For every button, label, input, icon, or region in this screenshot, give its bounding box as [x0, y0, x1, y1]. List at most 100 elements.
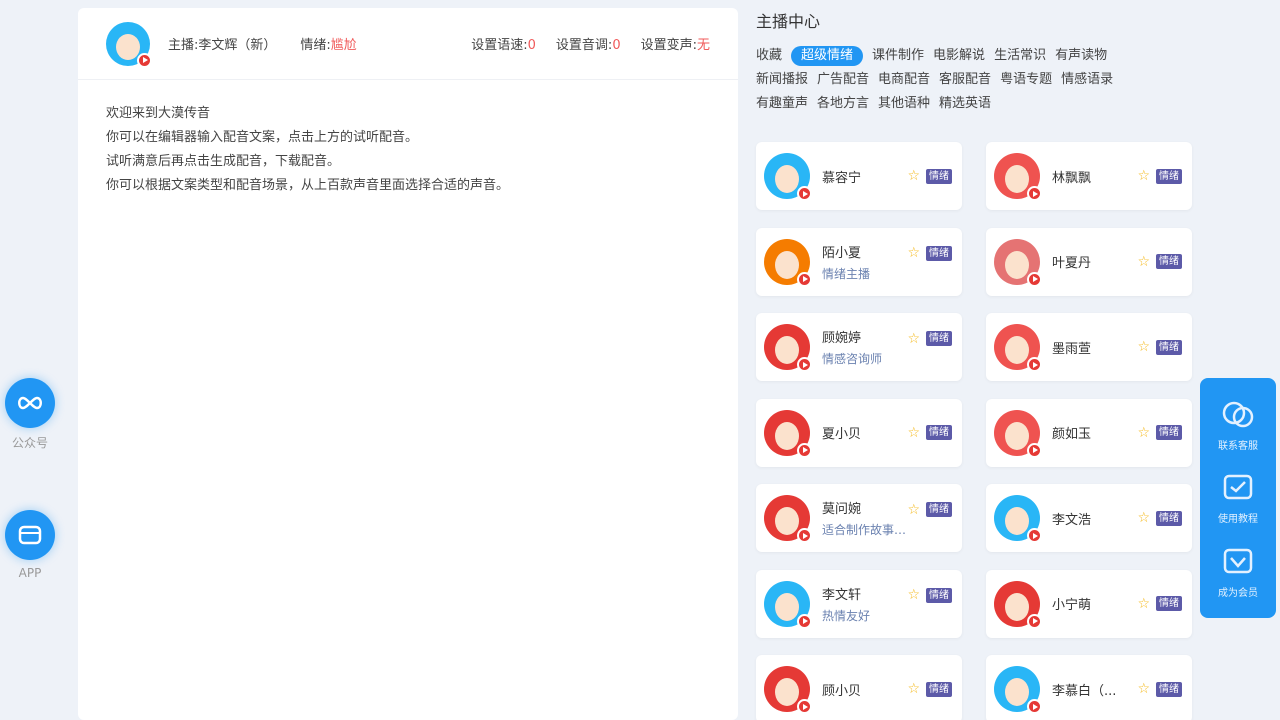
play-icon[interactable] — [1027, 442, 1042, 458]
favorite-star-icon[interactable]: ☆ — [907, 503, 920, 517]
anchor-card[interactable]: 莫问婉适合制作故事音频！☆ 情绪 — [756, 484, 962, 552]
anchor-card[interactable]: 叶夏丹 ☆ 情绪 — [986, 227, 1192, 296]
emotion-badge: 情绪 — [926, 168, 952, 184]
favorite-star-icon[interactable]: ☆ — [1137, 597, 1150, 611]
favorite-star-icon[interactable]: ☆ — [1137, 255, 1150, 269]
anchor-card[interactable]: 林飘飘 ☆ 情绪 — [986, 142, 1192, 210]
anchor-avatar[interactable] — [764, 238, 812, 287]
become-member-label: 成为会员 — [1218, 587, 1258, 599]
play-icon[interactable] — [1027, 613, 1042, 629]
category-tab[interactable]: 新闻播报 — [756, 70, 808, 90]
speed-setting[interactable]: 设置语速:0 — [471, 34, 536, 53]
category-tab[interactable]: 有声读物 — [1055, 46, 1107, 66]
current-anchor-name[interactable]: 主播:李文辉（新） — [168, 34, 276, 53]
anchor-card[interactable]: 李文浩 ☆ 情绪 — [986, 484, 1192, 552]
play-icon[interactable] — [797, 528, 812, 543]
category-tab[interactable]: 其他语种 — [878, 94, 930, 114]
anchor-avatar[interactable] — [994, 409, 1042, 458]
play-icon[interactable] — [1027, 357, 1042, 372]
become-member-button[interactable]: 成为会员 — [1218, 544, 1258, 599]
text-editor[interactable]: 欢迎来到大漠传音 你可以在编辑器输入配音文案，点击上方的试听配音。 试听满意后再… — [78, 80, 738, 220]
anchor-card[interactable]: 慕容宁 ☆ 情绪 — [756, 142, 962, 210]
anchor-card[interactable]: 陌小夏 情绪主播 ☆ 情绪 — [756, 227, 962, 296]
anchor-face — [1005, 336, 1029, 364]
category-tab[interactable]: 客服配音 — [939, 70, 991, 90]
category-tab[interactable]: 有趣童声 — [756, 94, 808, 114]
category-tab[interactable]: 电影解说 — [933, 46, 985, 66]
play-icon[interactable] — [797, 186, 812, 201]
anchor-avatar[interactable] — [994, 153, 1042, 201]
anchor-card[interactable]: 李文轩 热情友好 ☆ 情绪 — [756, 569, 962, 638]
emotion-badge: 情绪 — [926, 331, 952, 346]
anchor-card[interactable]: 颜如玉 ☆ 情绪 — [986, 398, 1192, 467]
favorite-star-icon[interactable]: ☆ — [1137, 169, 1150, 183]
anchor-card[interactable]: 顾小贝 ☆ 情绪 — [756, 655, 962, 720]
play-icon[interactable] — [797, 442, 812, 458]
anchor-name: 夏小贝 — [822, 427, 862, 442]
category-tabs: 收藏 超级情绪 课件制作 电影解说 生活常识 有声读物新闻播报 广告配音 电商配音 客服配音 粤语… — [756, 46, 1176, 114]
category-tab[interactable]: 精选英语 — [939, 94, 991, 114]
anchor-card[interactable]: 顾婉婷 情感咨询师 ☆ 情绪 — [756, 313, 962, 381]
category-tab[interactable]: 粤语专题 — [1000, 70, 1052, 90]
anchor-avatar[interactable] — [764, 495, 812, 543]
category-tab[interactable]: 超级情绪 — [791, 46, 864, 66]
anchor-avatar[interactable] — [764, 666, 812, 714]
favorite-star-icon[interactable]: ☆ — [907, 588, 920, 602]
play-icon[interactable] — [797, 357, 812, 372]
emotion-setting[interactable]: 情绪:尴尬 — [300, 34, 356, 53]
category-tab[interactable]: 生活常识 — [994, 46, 1046, 66]
category-tab[interactable]: 课件制作 — [872, 46, 924, 66]
favorite-star-icon[interactable]: ☆ — [1137, 340, 1150, 354]
contact-support-label: 联系客服 — [1218, 441, 1258, 453]
anchor-avatar[interactable] — [994, 580, 1042, 629]
anchor-face — [116, 33, 140, 60]
play-icon[interactable] — [1027, 699, 1042, 714]
pitch-setting[interactable]: 设置音调:0 — [556, 34, 621, 53]
voice-change-setting[interactable]: 设置变声:无 — [641, 34, 710, 53]
play-icon[interactable] — [1027, 186, 1042, 201]
play-icon[interactable] — [797, 613, 812, 629]
official-account-button[interactable]: 公众号 — [4, 378, 56, 451]
anchor-avatar[interactable] — [764, 324, 812, 372]
play-icon[interactable] — [137, 52, 152, 68]
favorite-star-icon[interactable]: ☆ — [907, 682, 920, 696]
editor-panel: 主播:李文辉（新） 情绪:尴尬 设置语速:0 设置音调:0 设置变声:无 欢迎来… — [78, 8, 738, 720]
anchor-face — [1005, 250, 1029, 279]
anchor-avatar[interactable] — [764, 153, 812, 201]
category-tab[interactable]: 各地方言 — [817, 94, 869, 114]
favorite-star-icon[interactable]: ☆ — [1137, 511, 1150, 525]
anchor-avatar[interactable] — [994, 238, 1042, 287]
anchor-face — [1005, 421, 1029, 450]
play-icon[interactable] — [1027, 528, 1042, 543]
contact-support-button[interactable]: 联系客服 — [1218, 397, 1258, 452]
play-icon[interactable] — [797, 699, 812, 714]
favorite-star-icon[interactable]: ☆ — [1137, 682, 1150, 696]
play-icon[interactable] — [797, 271, 812, 287]
category-tab[interactable]: 电商配音 — [878, 70, 930, 90]
category-tab[interactable]: 情感语录 — [1061, 70, 1113, 90]
anchor-avatar[interactable] — [994, 495, 1042, 543]
app-button[interactable]: APP — [4, 510, 56, 580]
category-tab[interactable]: 广告配音 — [817, 70, 869, 90]
anchor-avatar[interactable] — [994, 324, 1042, 372]
current-anchor-avatar[interactable] — [106, 21, 152, 68]
anchor-avatar[interactable] — [764, 409, 812, 458]
favorite-star-icon[interactable]: ☆ — [1137, 426, 1150, 440]
play-icon[interactable] — [1027, 271, 1042, 287]
favorite-star-icon[interactable]: ☆ — [907, 169, 920, 183]
favorite-star-icon[interactable]: ☆ — [907, 332, 920, 346]
speed-label: 设置语速: — [471, 38, 528, 53]
category-tab[interactable]: 收藏 — [756, 46, 782, 66]
anchor-name: 顾婉婷 — [822, 331, 862, 346]
anchor-card[interactable]: 夏小贝 ☆ 情绪 — [756, 398, 962, 467]
anchor-avatar[interactable] — [764, 580, 812, 629]
anchor-avatar[interactable] — [994, 666, 1042, 714]
anchor-card[interactable]: 小宁萌 ☆ 情绪 — [986, 569, 1192, 638]
emotion-badge: 情绪 — [926, 502, 952, 517]
pitch-value: 0 — [612, 38, 621, 53]
tutorial-button[interactable]: 使用教程 — [1218, 470, 1258, 525]
favorite-star-icon[interactable]: ☆ — [907, 246, 920, 260]
favorite-star-icon[interactable]: ☆ — [907, 426, 920, 440]
anchor-card[interactable]: 李慕白（... ☆ 情绪 — [986, 655, 1192, 720]
anchor-card[interactable]: 墨雨萱 ☆ 情绪 — [986, 313, 1192, 381]
